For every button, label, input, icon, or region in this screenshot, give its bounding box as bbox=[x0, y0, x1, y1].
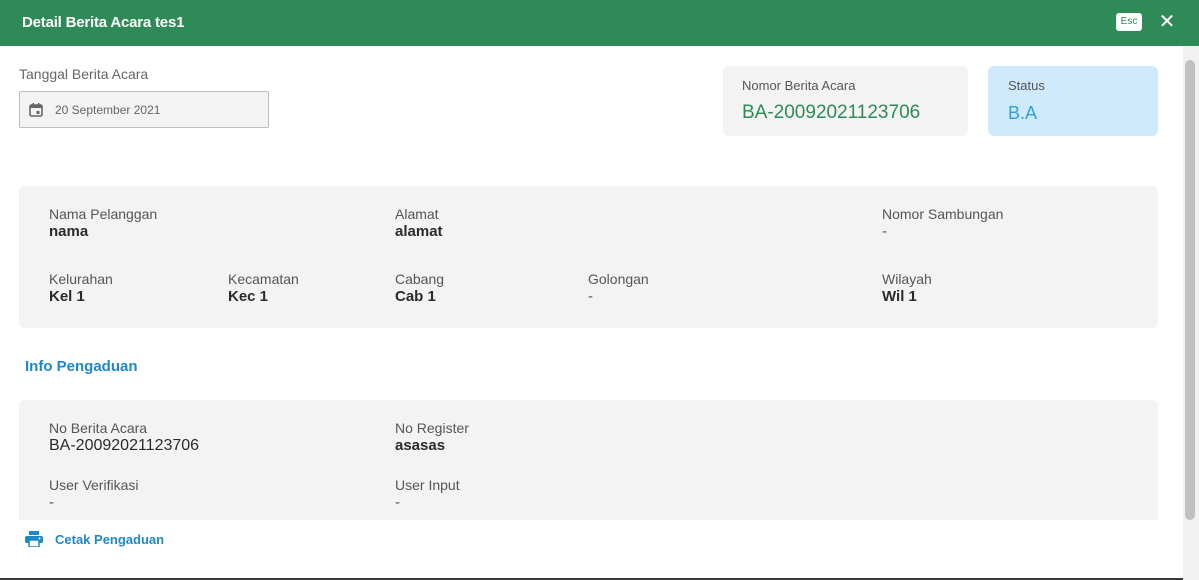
field-user-input: User Input - bbox=[395, 477, 460, 511]
modal-title: Detail Berita Acara tes1 bbox=[22, 14, 185, 31]
status-card: Status B.A bbox=[988, 66, 1158, 136]
field-cabang: Cabang Cab 1 bbox=[395, 271, 444, 305]
info-pengaduan-panel: No Berita Acara BA-20092021123706 No Reg… bbox=[19, 400, 1158, 520]
no-register-label: No Register bbox=[395, 420, 469, 436]
kelurahan-label: Kelurahan bbox=[49, 271, 113, 287]
no-berita-acara-value: BA-20092021123706 bbox=[49, 437, 200, 454]
cabang-label: Cabang bbox=[395, 271, 445, 287]
golongan-label: Golongan bbox=[588, 271, 649, 287]
nomor-sambungan-value: - bbox=[882, 223, 887, 240]
field-golongan: Golongan - bbox=[588, 271, 649, 305]
field-user-verifikasi: User Verifikasi - bbox=[49, 477, 138, 511]
field-alamat: Alamat alamat bbox=[395, 206, 443, 240]
alamat-label: Alamat bbox=[395, 206, 439, 222]
calendar-icon bbox=[29, 103, 43, 117]
kelurahan-value: Kel 1 bbox=[49, 288, 85, 305]
cetak-pengaduan-label: Cetak Pengaduan bbox=[55, 532, 165, 547]
customer-panel: Nama Pelanggan nama Alamat alamat Nomor … bbox=[19, 186, 1158, 328]
nomor-label: Nomor Berita Acara bbox=[742, 78, 856, 93]
no-berita-acara-label: No Berita Acara bbox=[49, 420, 148, 436]
status-value: B.A bbox=[1008, 103, 1038, 123]
wilayah-label: Wilayah bbox=[882, 271, 932, 287]
user-verifikasi-label: User Verifikasi bbox=[49, 477, 139, 493]
user-input-value: - bbox=[395, 494, 400, 511]
golongan-value: - bbox=[588, 288, 593, 305]
nama-pelanggan-value: nama bbox=[49, 223, 89, 240]
user-verifikasi-value: - bbox=[49, 494, 54, 511]
modal-header: Detail Berita Acara tes1 Esc ✕ bbox=[0, 0, 1199, 46]
nomor-sambungan-label: Nomor Sambungan bbox=[882, 206, 1004, 222]
wilayah-value: Wil 1 bbox=[882, 288, 917, 305]
date-value: 20 September 2021 bbox=[55, 103, 161, 117]
field-no-berita-acara: No Berita Acara BA-20092021123706 bbox=[49, 420, 199, 455]
field-nama-pelanggan: Nama Pelanggan nama bbox=[49, 206, 157, 240]
kecamatan-value: Kec 1 bbox=[228, 288, 269, 305]
alamat-value: alamat bbox=[395, 223, 443, 240]
no-register-value: asasas bbox=[395, 437, 446, 454]
nama-pelanggan-label: Nama Pelanggan bbox=[49, 206, 158, 222]
cabang-value: Cab 1 bbox=[395, 288, 436, 305]
field-kecamatan: Kecamatan Kec 1 bbox=[228, 271, 299, 305]
field-no-register: No Register asasas bbox=[395, 420, 469, 454]
scrollbar-thumb[interactable] bbox=[1185, 60, 1195, 520]
kecamatan-label: Kecamatan bbox=[228, 271, 299, 287]
user-input-label: User Input bbox=[395, 477, 460, 493]
status-label: Status bbox=[1008, 78, 1045, 93]
section-title-info-pengaduan: Info Pengaduan bbox=[25, 358, 138, 375]
date-field[interactable]: 20 September 2021 bbox=[19, 91, 269, 128]
printer-icon bbox=[25, 531, 43, 547]
esc-key-badge: Esc bbox=[1116, 13, 1142, 31]
nomor-value: BA-20092021123706 bbox=[742, 102, 921, 123]
close-icon[interactable]: ✕ bbox=[1156, 11, 1178, 33]
nomor-berita-acara-card: Nomor Berita Acara BA-20092021123706 bbox=[723, 66, 968, 136]
field-kelurahan: Kelurahan Kel 1 bbox=[49, 271, 113, 305]
field-nomor-sambungan: Nomor Sambungan - bbox=[882, 206, 1003, 240]
field-wilayah: Wilayah Wil 1 bbox=[882, 271, 932, 305]
date-label: Tanggal Berita Acara bbox=[19, 66, 149, 82]
